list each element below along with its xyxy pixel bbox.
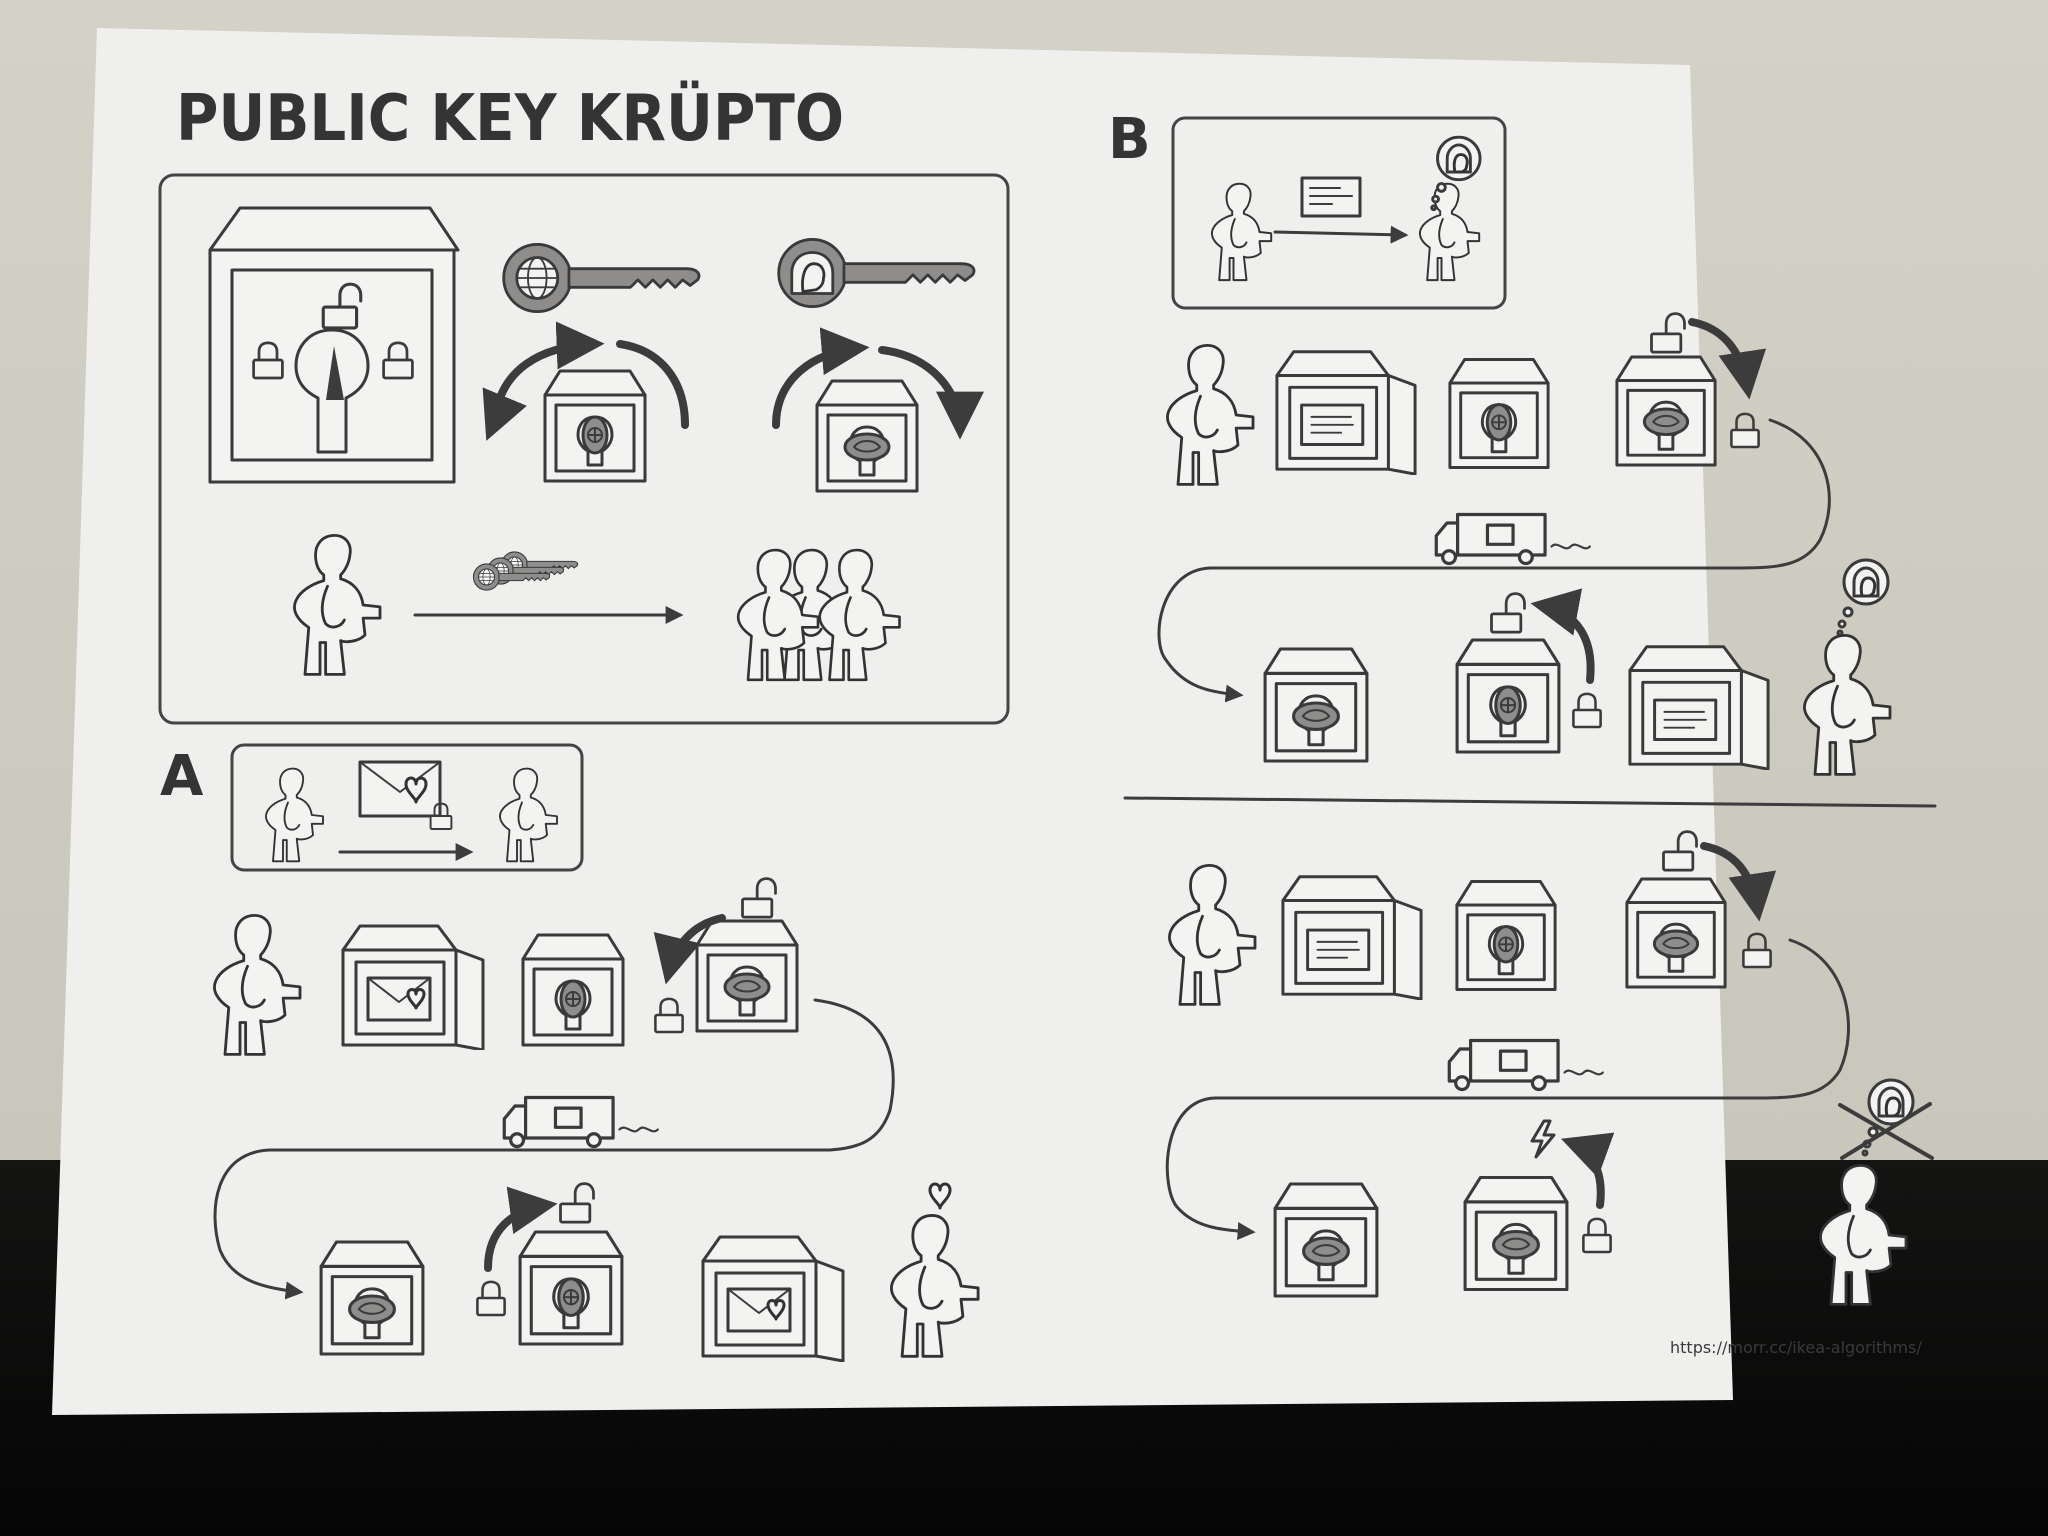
keyhole-box-icon — [1463, 1175, 1569, 1292]
envelope-heart-icon — [358, 760, 442, 818]
keyhole-box-icon — [1263, 647, 1369, 763]
padlock-icon — [1742, 932, 1772, 969]
keyhole-box-icon — [543, 369, 647, 483]
thought-bubble-icon — [1836, 558, 1890, 637]
keyhole-box-icon — [815, 379, 919, 493]
source-url: https://morr.cc/ikea-algorithms/ — [1670, 1338, 1922, 1357]
keyhole-box-icon — [521, 933, 625, 1047]
keyhole-box-icon — [319, 1240, 425, 1356]
keyhole-box-icon — [1455, 638, 1561, 754]
section-b-label: B — [1108, 107, 1151, 172]
keyhole-box-icon — [1615, 355, 1717, 467]
keyhole-box-icon — [1273, 1182, 1379, 1298]
person-icon — [1818, 1163, 1908, 1307]
section-a-label: A — [160, 744, 204, 809]
document-icon — [1300, 176, 1362, 218]
padlock-icon — [1730, 412, 1760, 449]
keyhole-box-icon — [518, 1230, 624, 1346]
safe-icon — [208, 206, 460, 484]
keyhole-box-icon — [1455, 879, 1557, 992]
instruction-sheet: PUBLIC KEY KRÜPTO A B https://morr.cc/ik… — [52, 28, 1937, 1415]
thought-bubble-icon — [1838, 1078, 1934, 1160]
keyhole-box-icon — [1625, 877, 1727, 989]
keyhole-box-icon — [695, 919, 799, 1033]
keyhole-box-icon — [1448, 357, 1550, 470]
person-icon — [1802, 633, 1892, 777]
page-title: PUBLIC KEY KRÜPTO — [176, 80, 844, 156]
safe-icon — [1628, 645, 1770, 770]
